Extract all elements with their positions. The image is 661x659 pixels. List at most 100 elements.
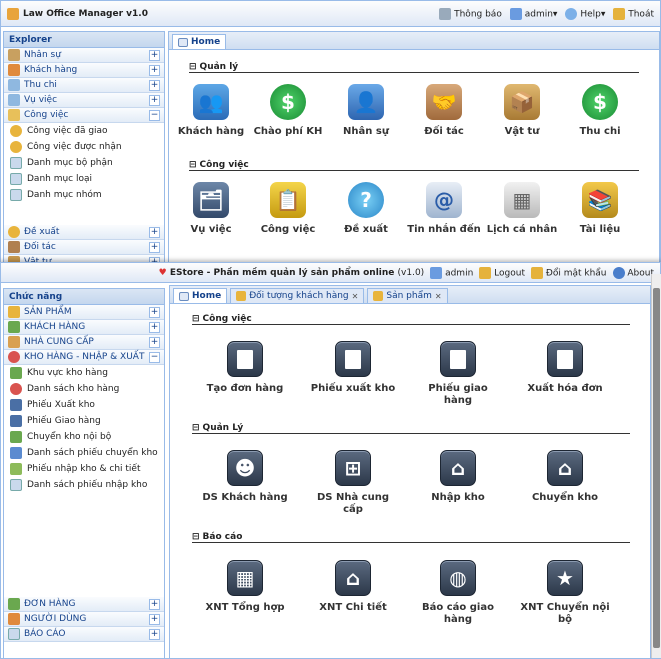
group-khach-hang[interactable]: Khách hàng + [4,63,164,78]
tile-ds-nha-cung-cap[interactable]: ⊞ DS Nhà cung cấp [308,450,398,516]
group-nguoi-dung[interactable]: NGƯỜI DÙNG + [4,612,164,627]
tab-home[interactable]: Home [173,288,228,303]
about-button[interactable]: About [612,266,654,279]
tile-tai-lieu[interactable]: 📚 Tài liệu [555,182,645,236]
tile-xnt-chuyen-noi-bo[interactable]: ★ XNT Chuyển nội bộ [520,560,610,626]
group-khach-hang[interactable]: KHÁCH HÀNG + [4,320,164,335]
menu-label: Phiếu nhập kho & chi tiết [27,464,141,474]
group-kho-hang[interactable]: KHO HÀNG - NHẬP & XUẤT − [4,350,164,365]
expand-icon[interactable]: + [149,79,160,91]
group-nha-cung-cap[interactable]: NHÀ CUNG CẤP + [4,335,164,350]
expand-icon[interactable]: + [149,94,160,106]
tile-ds-khach-hang[interactable]: ☻ DS Khách hàng [200,450,290,504]
help-label: Help▾ [580,9,606,19]
exit-button[interactable]: Thoát [613,7,654,20]
group-bao-cao[interactable]: BÁO CÁO + [4,627,164,642]
expand-icon[interactable]: + [149,226,160,238]
admin-menu[interactable]: admin▾ [509,7,557,20]
menu-item[interactable]: Phiếu Xuất kho [4,397,164,413]
handshake-icon: 🤝 [426,84,462,120]
group-nhan-su[interactable]: Nhân sự + [4,48,164,63]
menu-item[interactable]: Danh mục loại [4,171,164,187]
expand-icon[interactable]: + [149,64,160,76]
expand-icon[interactable]: + [149,241,160,253]
group-san-pham[interactable]: SẢN PHẨM + [4,305,164,320]
expand-icon[interactable]: + [149,598,160,610]
tile-label: Xuất hóa đơn [527,383,603,394]
menu-item[interactable]: Danh sách phiếu chuyển kho [4,445,164,461]
menu-item[interactable]: Chuyển kho nội bộ [4,429,164,445]
tile-phieu-xuat-kho[interactable]: Phiếu xuất kho [308,341,398,395]
task-icon [8,109,20,121]
tile-lich[interactable]: ▦ Lịch cá nhân [477,182,567,236]
collapse-icon[interactable]: ⊟ [189,160,197,170]
menu-item[interactable]: Khu vực kho hàng [4,365,164,381]
group-de-xuat[interactable]: Đề xuất + [4,225,164,240]
group-cong-viec[interactable]: Công việc − [4,108,164,123]
notification-label: Thông báo [454,9,502,19]
close-icon[interactable]: ✕ [352,292,359,301]
tile-chuyen-kho[interactable]: ⌂ Chuyển kho [520,450,610,504]
tile-nhap-kho[interactable]: ⌂ Nhập kho [413,450,503,504]
menu-item[interactable]: Danh sách phiếu nhập kho [4,477,164,493]
collapse-icon[interactable]: ⊟ [192,423,200,433]
tile-doi-tac[interactable]: 🤝 Đối tác [399,84,489,138]
heart-icon: ♥ [158,267,167,278]
tile-phieu-giao-hang[interactable]: Phiếu giao hàng [413,341,503,407]
expand-icon[interactable]: + [149,306,160,318]
logout-button[interactable]: Logout [479,266,525,279]
admin-label[interactable]: admin [430,266,473,279]
tile-xuat-hoa-don[interactable]: Xuất hóa đơn [520,341,610,395]
collapse-icon[interactable]: − [149,109,160,121]
tile-cong-viec[interactable]: 📋 Công việc [243,182,333,236]
group-thu-chi[interactable]: Thu chi + [4,78,164,93]
scrollbar-thumb[interactable] [653,288,660,648]
menu-item[interactable]: Công việc được nhận [4,139,164,155]
menu-item[interactable]: Phiếu Giao hàng [4,413,164,429]
menu-item[interactable]: Công việc đã giao [4,123,164,139]
collapse-icon[interactable]: ⊟ [189,62,197,72]
scrollbar[interactable] [651,274,661,658]
help-menu[interactable]: Help▾ [565,7,606,20]
tile-thu-chi[interactable]: $ Thu chi [555,84,645,138]
tile-vat-tu[interactable]: 📦 Vật tư [477,84,567,138]
tab-home[interactable]: Home [172,34,227,49]
tile-tin-nhan[interactable]: @ Tin nhắn đến [399,182,489,236]
list-icon [10,447,22,459]
grid-report-icon: ▦ [227,560,263,596]
tile-de-xuat[interactable]: ? Đề xuất [321,182,411,236]
tile-bao-cao-giao-hang[interactable]: ◍ Báo cáo giao hàng [413,560,503,626]
section-cong-viec: ⊟ Công việc [192,314,630,325]
tile-tao-don-hang[interactable]: Tạo đơn hàng [200,341,290,395]
group-don-hang[interactable]: ĐƠN HÀNG + [4,597,164,612]
menu-item[interactable]: Phiếu nhập kho & chi tiết [4,461,164,477]
box-icon: 📦 [504,84,540,120]
expand-icon[interactable]: + [149,336,160,348]
menu-item[interactable]: Danh sách kho hàng [4,381,164,397]
tile-label: Vật tư [504,126,540,137]
expand-icon[interactable]: + [149,49,160,61]
group-doi-tac[interactable]: Đối tác + [4,240,164,255]
expand-icon[interactable]: + [149,321,160,333]
menu-item[interactable]: Danh mục nhóm [4,187,164,203]
collapse-icon[interactable]: ⊟ [192,314,200,324]
password-text: Đổi mật khẩu [545,268,607,278]
tile-nhan-su[interactable]: 👤 Nhân sự [321,84,411,138]
notification-link[interactable]: Thông báo [439,7,502,20]
product-icon [8,306,20,318]
top-bar: Law Office Manager v1.0 Thông báo admin▾… [1,1,660,27]
collapse-icon[interactable]: − [149,351,160,363]
expand-icon[interactable]: + [149,628,160,640]
change-password-button[interactable]: Đổi mật khẩu [530,266,607,279]
tab-san-pham[interactable]: Sản phẩm ✕ [367,288,448,303]
group-vu-viec[interactable]: Vụ việc + [4,93,164,108]
tile-xnt-tong-hop[interactable]: ▦ XNT Tổng hợp [200,560,290,614]
tile-chao-phi[interactable]: $ Chào phí KH [243,84,333,138]
customer-icon [8,321,20,333]
tab-doi-tuong-khach-hang[interactable]: Đối tượng khách hàng ✕ [230,288,365,303]
close-icon[interactable]: ✕ [435,292,442,301]
menu-item[interactable]: Danh mục bộ phận [4,155,164,171]
expand-icon[interactable]: + [149,613,160,625]
collapse-icon[interactable]: ⊟ [192,532,200,542]
tile-xnt-chi-tiet[interactable]: ⌂ XNT Chi tiết [308,560,398,614]
